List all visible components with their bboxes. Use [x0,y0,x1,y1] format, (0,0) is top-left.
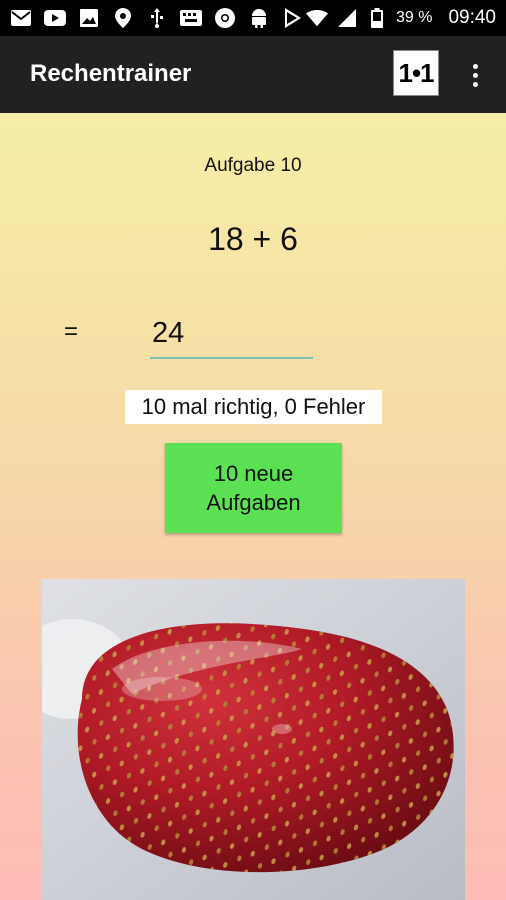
usb-icon [146,8,168,28]
equals-sign: = [64,318,79,345]
notification-icons [10,6,304,30]
play-store-icon [282,8,304,28]
new-tasks-button[interactable]: 10 neue Aufgaben [165,443,342,533]
multiplication-table-button[interactable]: 1•1 [393,50,439,96]
main-content: Aufgabe 10 18 + 6 = 24 10 mal richtig, 0… [0,113,506,900]
location-icon [112,8,134,28]
overflow-menu-icon[interactable] [462,56,488,94]
wifi-icon [305,8,328,28]
signal-icon [336,8,358,28]
strawberry-image [42,579,465,900]
chrome-icon [214,8,236,28]
android-icon [248,8,270,28]
battery-icon [366,8,388,28]
app-bar: Rechentrainer 1•1 [0,36,506,113]
system-icons: 39 % 09:40 [305,0,496,36]
keyboard-icon [180,8,202,28]
score-text: 10 mal richtig, 0 Fehler [125,390,382,424]
youtube-icon [44,8,66,28]
mail-icon [10,8,32,28]
task-label: Aufgabe 10 [204,155,302,176]
app-title: Rechentrainer [30,60,192,87]
battery-percent: 39 % [395,9,433,26]
clock: 09:40 [448,7,496,28]
image-icon [78,8,100,28]
status-bar: 39 % 09:40 [0,0,506,36]
task-expression: 18 + 6 [208,221,298,257]
answer-input[interactable]: 24 [150,309,313,359]
